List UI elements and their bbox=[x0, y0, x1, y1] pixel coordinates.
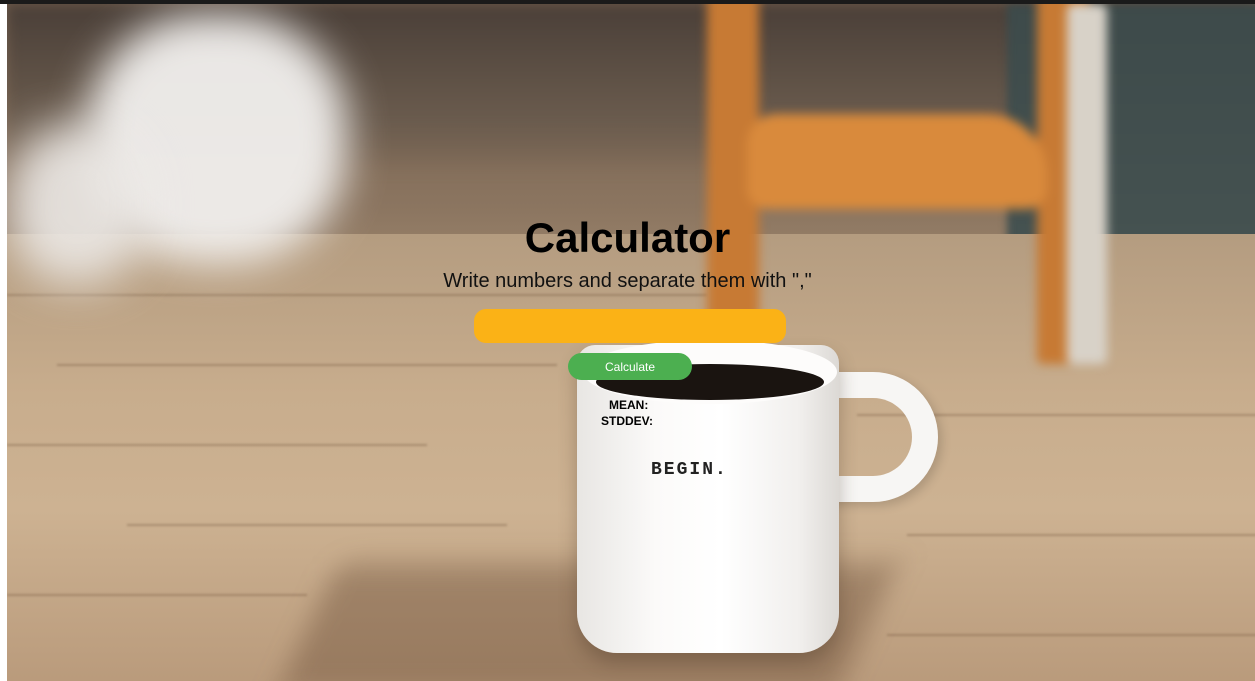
stddev-label: STDDEV: bbox=[601, 414, 654, 428]
calculate-button[interactable]: Calculate bbox=[568, 353, 692, 380]
calculator-panel: Calculator Write numbers and separate th… bbox=[0, 0, 1255, 681]
mean-label: MEAN: bbox=[609, 398, 649, 412]
page-title: Calculator bbox=[524, 214, 731, 261]
numbers-input[interactable] bbox=[474, 309, 786, 343]
app-window: BEGIN. Calculator Write numbers and sepa… bbox=[0, 0, 1255, 681]
mean-result: MEAN: bbox=[609, 398, 648, 412]
stddev-result: STDDEV: bbox=[601, 414, 653, 428]
instructions-text: Write numbers and separate them with "," bbox=[443, 270, 812, 292]
